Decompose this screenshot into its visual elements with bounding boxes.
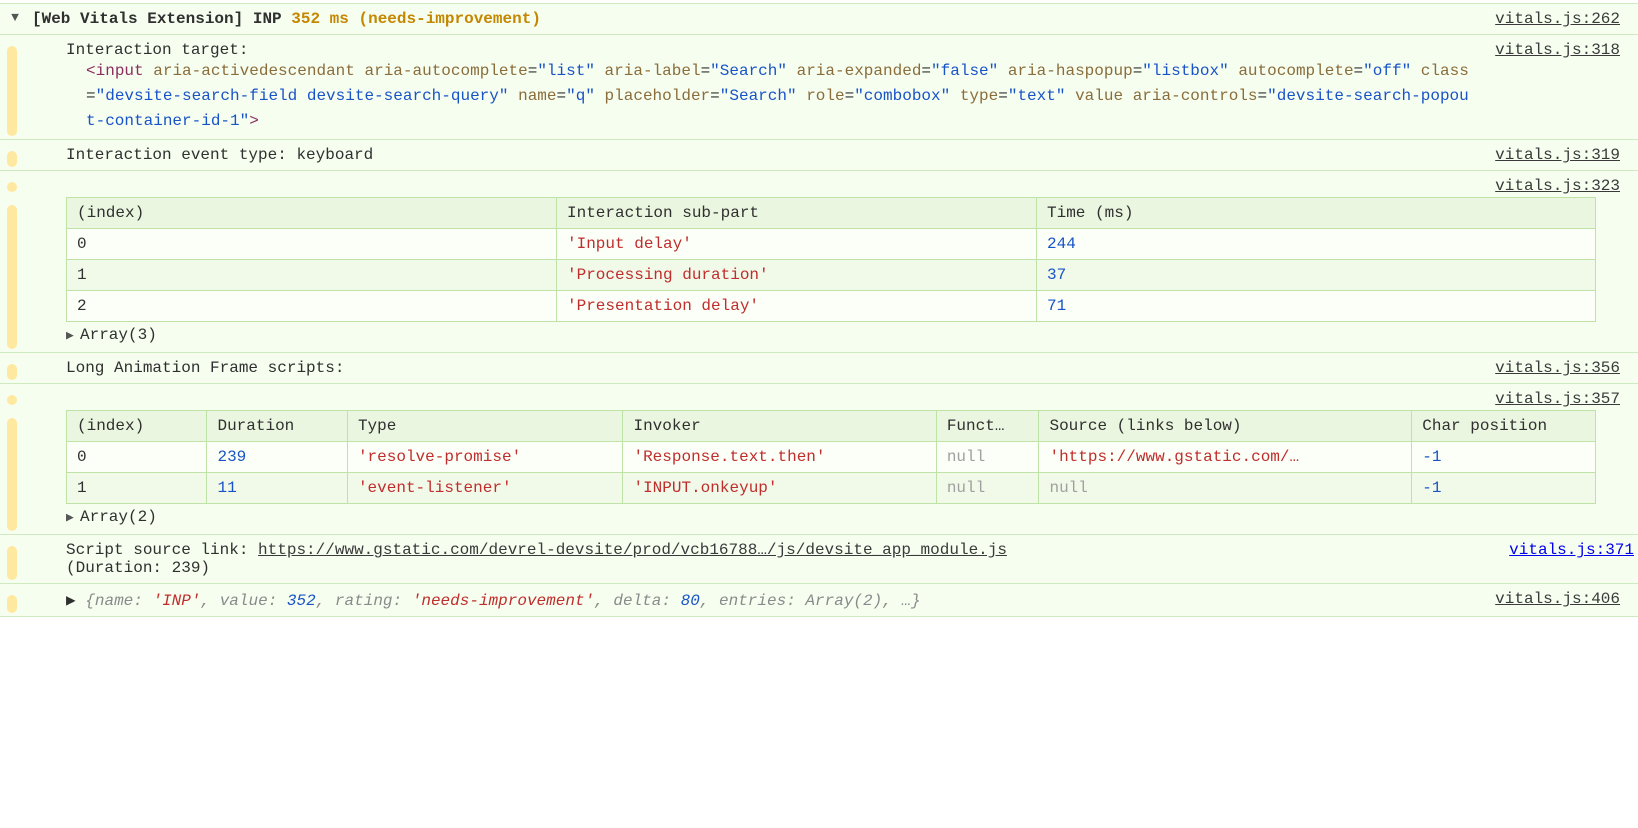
- table-header: (index): [67, 411, 207, 442]
- log-level-marker: [7, 182, 17, 192]
- log-level-marker: [7, 46, 17, 136]
- table-row[interactable]: 0239'resolve-promise''Response.text.then…: [67, 442, 1596, 473]
- table-header: Source (links below): [1039, 411, 1412, 442]
- event-type-text: Interaction event type: keyboard: [60, 140, 1485, 170]
- source-link-anchor[interactable]: vitals.js:318: [1495, 41, 1620, 59]
- table-header: Char position: [1412, 411, 1596, 442]
- log-entry-script-link[interactable]: vitals.js:371 Script source link: https:…: [0, 534, 1638, 584]
- source-link-anchor[interactable]: vitals.js:262: [1495, 10, 1620, 28]
- source-link-anchor[interactable]: vitals.js:319: [1495, 146, 1620, 164]
- table-row[interactable]: 1'Processing duration'37: [67, 260, 1596, 291]
- laf-scripts-table: (index)DurationTypeInvokerFunct…Source (…: [66, 410, 1596, 504]
- chevron-down-icon[interactable]: ▼: [5, 10, 19, 25]
- script-link-label: Script source link:: [66, 541, 248, 559]
- table-header: Invoker: [623, 411, 936, 442]
- log-level-marker: [7, 418, 17, 531]
- table-row[interactable]: 0'Input delay'244: [67, 229, 1596, 260]
- metric-value: 352 ms: [291, 10, 349, 28]
- log-entry-laf-label[interactable]: Long Animation Frame scripts: vitals.js:…: [0, 352, 1638, 384]
- log-level-marker: [7, 364, 17, 380]
- metric-rating: (needs-improvement): [358, 10, 540, 28]
- log-entry-event-type[interactable]: Interaction event type: keyboard vitals.…: [0, 139, 1638, 171]
- log-prefix: [Web Vitals Extension]: [32, 10, 243, 28]
- script-link-duration: (Duration: 239): [66, 559, 210, 577]
- object-preview[interactable]: {name: 'INP', value: 352, rating: 'needs…: [85, 592, 920, 610]
- chevron-right-icon[interactable]: ▶: [66, 590, 76, 610]
- table-row[interactable]: 111'event-listener''INPUT.onkeyup'nullnu…: [67, 473, 1596, 504]
- log-entry-table2[interactable]: (index)DurationTypeInvokerFunct…Source (…: [0, 407, 1638, 535]
- source-link-anchor[interactable]: vitals.js:357: [1495, 390, 1620, 408]
- interaction-target-label: Interaction target:: [66, 41, 1481, 59]
- table-header: Time (ms): [1037, 198, 1596, 229]
- expand-toggle[interactable]: ▼: [0, 4, 24, 34]
- log-entry-interaction-target[interactable]: Interaction target: <input aria-activede…: [0, 34, 1638, 140]
- source-link[interactable]: vitals.js:262: [1485, 4, 1638, 34]
- metric-name: INP: [253, 10, 282, 28]
- log-message: [Web Vitals Extension] INP 352 ms (needs…: [24, 4, 1485, 34]
- console-panel: ▼ [Web Vitals Extension] INP 352 ms (nee…: [0, 0, 1638, 623]
- interaction-subparts-table: (index)Interaction sub-partTime (ms) 0'I…: [66, 197, 1596, 322]
- array-summary[interactable]: ▶Array(2): [66, 508, 1606, 526]
- table-header: Duration: [207, 411, 347, 442]
- table-row[interactable]: 2'Presentation delay'71: [67, 291, 1596, 322]
- log-entry-header[interactable]: ▼ [Web Vitals Extension] INP 352 ms (nee…: [0, 3, 1638, 35]
- log-level-marker: [7, 595, 17, 613]
- log-level-marker: [7, 546, 17, 580]
- source-link-anchor[interactable]: vitals.js:371: [1509, 541, 1634, 559]
- log-level-marker: [7, 151, 17, 167]
- log-entry-object-summary[interactable]: ▶ {name: 'INP', value: 352, rating: 'nee…: [0, 583, 1638, 617]
- chevron-right-icon[interactable]: ▶: [66, 328, 80, 343]
- array-summary[interactable]: ▶Array(3): [66, 326, 1606, 344]
- interaction-target-html[interactable]: <input aria-activedescendant aria-autoco…: [86, 59, 1481, 133]
- chevron-right-icon[interactable]: ▶: [66, 510, 80, 525]
- laf-label: Long Animation Frame scripts:: [60, 353, 1485, 383]
- log-level-marker: [7, 395, 17, 405]
- table-header: (index): [67, 198, 557, 229]
- source-link-anchor[interactable]: vitals.js:356: [1495, 359, 1620, 377]
- table-header: Type: [347, 411, 623, 442]
- script-link-url[interactable]: https://www.gstatic.com/devrel-devsite/p…: [258, 541, 1007, 559]
- table-header: Funct…: [936, 411, 1039, 442]
- log-entry-table1-src: vitals.js:323: [0, 170, 1638, 195]
- log-entry-table1[interactable]: (index)Interaction sub-partTime (ms) 0'I…: [0, 194, 1638, 353]
- table-header: Interaction sub-part: [557, 198, 1037, 229]
- log-level-marker: [7, 205, 17, 349]
- source-link-anchor[interactable]: vitals.js:323: [1495, 177, 1620, 195]
- log-entry-table2-src: vitals.js:357: [0, 383, 1638, 408]
- source-link-anchor[interactable]: vitals.js:406: [1495, 590, 1620, 608]
